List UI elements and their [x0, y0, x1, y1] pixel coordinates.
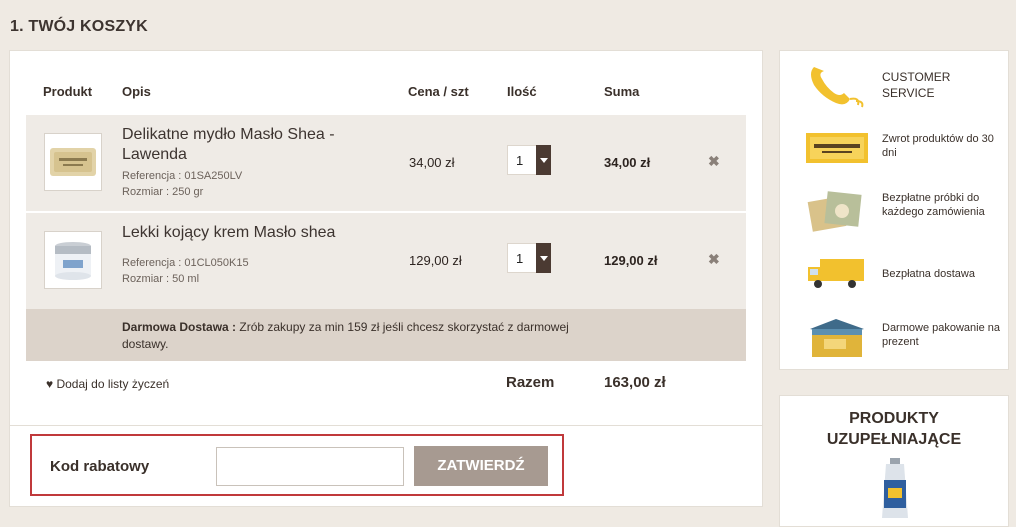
free-shipping-label: Darmowa Dostawa : [122, 320, 237, 334]
product-reference: Referencja : 01SA250LV [122, 170, 243, 182]
free-shipping-notice: Darmowa Dostawa : Zrób zakupy za min 159… [26, 309, 746, 361]
cart-total-value: 163,00 zł [604, 374, 666, 391]
close-icon[interactable]: ✖ [708, 153, 720, 170]
heart-icon: ♥ [46, 377, 54, 391]
product-reference: Referencja : 01CL050K15 [122, 257, 249, 269]
header-quantity: Ilość [507, 84, 537, 99]
delivery-truck-icon [806, 255, 868, 296]
quantity-select[interactable]: 1 [507, 145, 551, 175]
product-name[interactable]: Delikatne mydło Masło Shea - Lawenda [122, 125, 382, 165]
header-product: Produkt [43, 84, 93, 99]
discount-label: Kod rabatowy [50, 458, 150, 475]
hand-cream-tube-icon[interactable] [880, 458, 910, 523]
cart-row: Lekki kojący krem Masło shea Referencja … [26, 213, 746, 309]
benefit-text: Zwrot produktów do 30 dni [882, 133, 994, 159]
apply-discount-button[interactable]: ZATWIERDŹ [414, 446, 548, 486]
header-description: Opis [122, 84, 151, 99]
cart-total-label: Razem [506, 374, 555, 391]
chevron-down-icon[interactable] [536, 145, 551, 175]
page-title: 1. TWÓJ KOSZYK [10, 18, 148, 35]
discount-code-input[interactable] [216, 447, 404, 486]
complementary-products: PRODUKTY UZUPEŁNIAJĄCE [779, 395, 1009, 527]
product-size: Rozmiar : 50 ml [122, 273, 200, 285]
close-icon[interactable]: ✖ [708, 251, 720, 268]
benefit-text: Bezpłatne próbki do każdego zamówienia [882, 192, 985, 218]
product-thumbnail[interactable] [44, 231, 102, 289]
unit-price: 34,00 zł [409, 155, 455, 170]
cart-panel: Produkt Opis Cena / szt Ilość Suma Delik… [9, 50, 763, 507]
benefits-sidebar: CUSTOMER SERVICE Zwrot produktów do 30 d… [779, 50, 1009, 370]
wishlist-link[interactable]: ♥ Dodaj do listy życzeń [46, 377, 169, 391]
chevron-down-icon[interactable] [536, 243, 551, 273]
loccitane-logo-icon [806, 131, 868, 170]
gift-box-icon [806, 315, 868, 366]
divider [10, 425, 762, 426]
benefit-text: CUSTOMER SERVICE [882, 70, 951, 100]
line-total: 129,00 zł [604, 253, 658, 268]
sample-packets-icon [806, 189, 868, 240]
discount-code-section: Kod rabatowy ZATWIERDŹ [30, 434, 564, 496]
quantity-value: 1 [516, 153, 524, 168]
header-total: Suma [604, 84, 640, 99]
header-unit-price: Cena / szt [408, 84, 469, 99]
benefit-text: Bezpłatna dostawa [882, 268, 975, 280]
quantity-select[interactable]: 1 [507, 243, 551, 273]
free-shipping-text: Darmowa Dostawa : Zrób zakupy za min 159… [122, 319, 572, 353]
unit-price: 129,00 zł [409, 253, 462, 268]
line-total: 34,00 zł [604, 155, 651, 170]
product-size: Rozmiar : 250 gr [122, 186, 204, 198]
product-thumbnail[interactable] [44, 133, 102, 191]
product-name[interactable]: Lekki kojący krem Masło shea [122, 223, 382, 243]
cart-row: Delikatne mydło Masło Shea - Lawenda Ref… [26, 115, 746, 211]
complementary-title: PRODUKTY UZUPEŁNIAJĄCE [826, 410, 962, 448]
wishlist-label: Dodaj do listy życzeń [56, 377, 170, 391]
benefit-text: Darmowe pakowanie na prezent [882, 322, 1001, 348]
phone-icon [806, 63, 868, 114]
quantity-value: 1 [516, 251, 524, 266]
